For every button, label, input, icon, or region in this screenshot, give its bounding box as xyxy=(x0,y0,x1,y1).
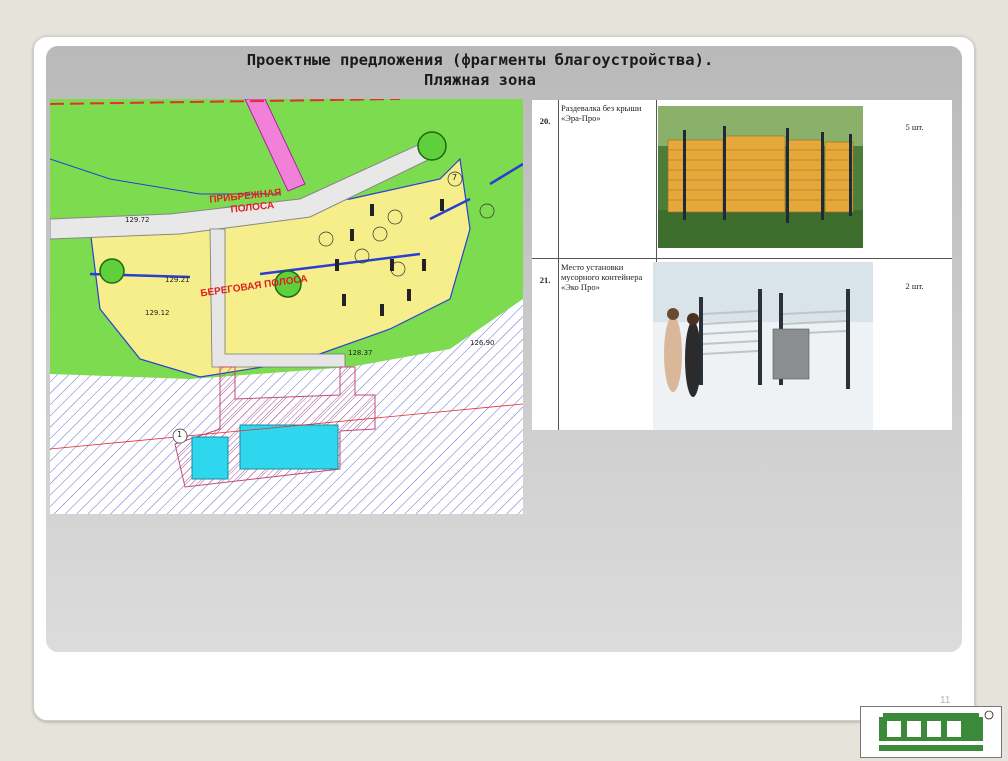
map-elevation-3: 129.12 xyxy=(145,309,170,317)
row-number: 20. xyxy=(532,100,559,258)
row-quantity: 5 шт. xyxy=(905,122,924,132)
row-item-name: Раздевалка без крыши «Эра-Про» xyxy=(559,100,657,258)
map-elevation-5: 126.90 xyxy=(470,339,495,347)
site-plan-map: ПРИБРЕЖНАЯ ПОЛОСА БЕРЕГОВАЯ ПОЛОСА 129.7… xyxy=(50,99,523,514)
row-quantity: 2 шт. xyxy=(905,281,924,291)
page-number: 11 xyxy=(940,695,951,706)
equipment-table: 20. Раздевалка без крыши «Эра-Про» 5 шт.… xyxy=(532,100,952,430)
company-logo xyxy=(860,706,1002,758)
row-number: 21. xyxy=(532,259,559,430)
map-marker-1: 1 xyxy=(177,430,183,439)
map-marker-7: 7 xyxy=(452,173,458,182)
site-plan-drawing xyxy=(50,99,523,514)
changing-cabin-illustration xyxy=(658,106,863,248)
map-elevation-4: 128.37 xyxy=(348,349,373,357)
row-item-name: Место установки мусорного контейнера «Эк… xyxy=(559,259,657,430)
map-elevation-2: 129.21 xyxy=(165,276,190,284)
map-elevation-1: 129.72 xyxy=(125,216,150,224)
table-row: 20. Раздевалка без крыши «Эра-Про» 5 шт. xyxy=(532,100,952,259)
slide-title: Проектные предложения (фрагменты благоус… xyxy=(60,50,900,90)
ikrt-logo-graphic xyxy=(879,710,994,751)
waste-container-image xyxy=(653,259,873,430)
table-row: 21. Место установки мусорного контейнера… xyxy=(532,259,952,430)
changing-cabin-image xyxy=(653,100,873,258)
title-line-1: Проектные предложения (фрагменты благоус… xyxy=(246,51,714,69)
title-line-2: Пляжная зона xyxy=(424,71,536,89)
waste-container-illustration xyxy=(653,262,873,430)
